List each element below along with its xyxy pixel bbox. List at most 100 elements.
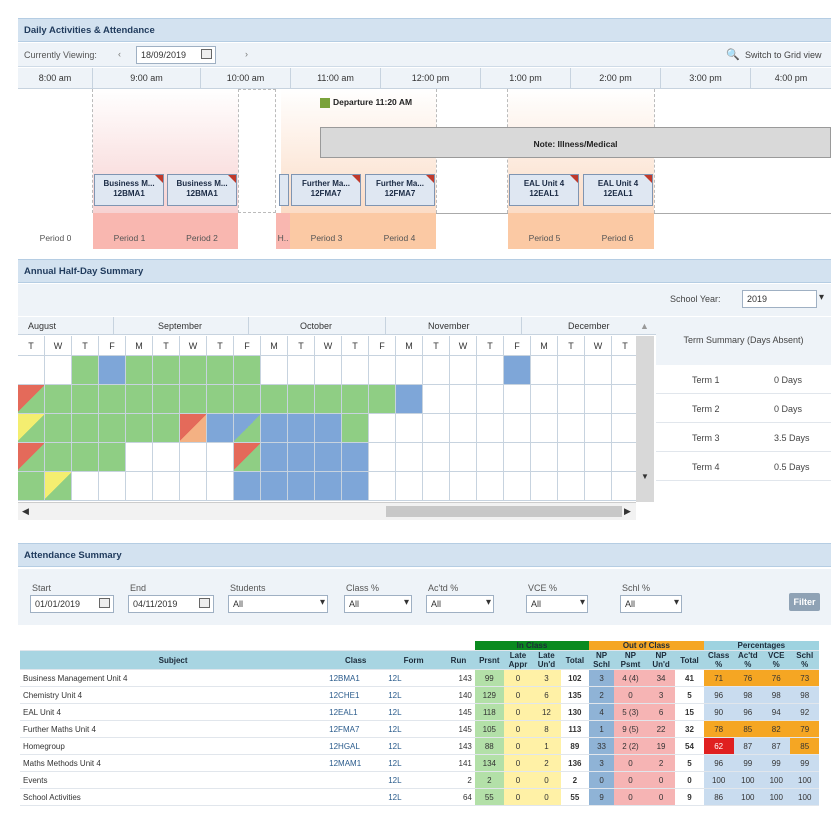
note-bar[interactable]: Note: Illness/Medical bbox=[320, 127, 831, 158]
half-day-cell[interactable] bbox=[180, 472, 207, 501]
half-day-cell[interactable] bbox=[369, 356, 396, 385]
half-day-cell[interactable] bbox=[504, 385, 531, 414]
half-day-cell[interactable] bbox=[369, 472, 396, 501]
half-day-cell[interactable] bbox=[585, 443, 612, 472]
table-row[interactable]: Business Management Unit 4 12BMA1 12L 143 99… bbox=[20, 669, 819, 687]
half-day-cell[interactable] bbox=[612, 443, 639, 472]
date-field[interactable]: 18/09/2019 bbox=[136, 46, 216, 64]
half-day-cell[interactable] bbox=[261, 414, 288, 443]
half-day-cell[interactable] bbox=[72, 443, 99, 472]
column-header[interactable]: Class % bbox=[703, 650, 734, 670]
half-day-cell[interactable] bbox=[261, 472, 288, 501]
half-day-cell[interactable] bbox=[288, 472, 315, 501]
half-day-cell[interactable] bbox=[261, 385, 288, 414]
half-day-cell[interactable] bbox=[585, 414, 612, 443]
half-day-cell[interactable] bbox=[99, 472, 126, 501]
half-day-cell[interactable] bbox=[558, 443, 585, 472]
half-day-cell[interactable] bbox=[45, 385, 72, 414]
horizontal-scrollbar[interactable]: ◀ ▶ bbox=[18, 502, 636, 520]
half-day-cell[interactable] bbox=[288, 356, 315, 385]
half-day-cell[interactable] bbox=[477, 472, 504, 501]
half-day-cell[interactable] bbox=[423, 472, 450, 501]
scroll-thumb[interactable] bbox=[386, 506, 622, 517]
half-day-cell[interactable] bbox=[423, 356, 450, 385]
half-day-cell[interactable] bbox=[396, 472, 423, 501]
half-day-cell[interactable] bbox=[504, 472, 531, 501]
column-header[interactable]: Schl % bbox=[790, 650, 819, 670]
calendar-icon[interactable] bbox=[201, 49, 212, 59]
half-day-cell[interactable] bbox=[45, 472, 72, 501]
table-row[interactable]: Further Maths Unit 4 12FMA7 12L 145 105 0 8 113… bbox=[20, 720, 819, 738]
half-day-cell[interactable] bbox=[234, 443, 261, 472]
half-day-cell[interactable] bbox=[18, 356, 45, 385]
half-day-cell[interactable] bbox=[558, 472, 585, 501]
half-day-cell[interactable] bbox=[531, 414, 558, 443]
half-day-cell[interactable] bbox=[450, 414, 477, 443]
column-header[interactable]: Late Un'd bbox=[532, 650, 561, 670]
scroll-up-icon[interactable]: ▲ bbox=[640, 321, 649, 331]
class-cell[interactable] bbox=[326, 788, 386, 806]
half-day-cell[interactable] bbox=[126, 414, 153, 443]
half-day-cell[interactable] bbox=[72, 414, 99, 443]
half-day-cell[interactable] bbox=[72, 385, 99, 414]
half-day-cell[interactable] bbox=[72, 472, 99, 501]
half-day-cell[interactable] bbox=[99, 414, 126, 443]
half-day-cell[interactable] bbox=[180, 356, 207, 385]
column-header[interactable]: Form bbox=[385, 650, 443, 670]
half-day-cell[interactable] bbox=[18, 385, 45, 414]
half-day-cell[interactable] bbox=[612, 472, 639, 501]
class-pct-select[interactable]: All ▾ bbox=[344, 595, 412, 613]
column-header[interactable]: Class bbox=[326, 650, 386, 670]
half-day-cell[interactable] bbox=[369, 414, 396, 443]
half-day-cell[interactable] bbox=[45, 414, 72, 443]
half-day-cell[interactable] bbox=[126, 443, 153, 472]
half-day-cell[interactable] bbox=[153, 414, 180, 443]
half-day-cell[interactable] bbox=[153, 385, 180, 414]
half-day-cell[interactable] bbox=[477, 443, 504, 472]
calendar-grid[interactable] bbox=[18, 356, 639, 502]
column-header[interactable]: Total bbox=[675, 650, 704, 670]
half-day-cell[interactable] bbox=[234, 472, 261, 501]
departure-event[interactable]: Departure 11:20 AM bbox=[320, 97, 412, 108]
half-day-cell[interactable] bbox=[315, 385, 342, 414]
lesson-block[interactable]: Business M... 12BMA1 bbox=[94, 174, 164, 206]
column-header[interactable]: NP Psmt bbox=[614, 650, 647, 670]
half-day-cell[interactable] bbox=[207, 356, 234, 385]
next-day-arrow[interactable]: › bbox=[245, 49, 248, 59]
table-row[interactable]: Chemistry Unit 4 12CHE1 12L 140 129 0 6 135 2 0 3 5… bbox=[20, 686, 819, 704]
column-header[interactable]: Prsnt bbox=[474, 650, 504, 670]
half-day-cell[interactable] bbox=[612, 385, 639, 414]
half-day-cell[interactable] bbox=[315, 356, 342, 385]
column-header[interactable]: Late Appr bbox=[503, 650, 533, 670]
half-day-cell[interactable] bbox=[585, 472, 612, 501]
half-day-cell[interactable] bbox=[234, 385, 261, 414]
half-day-cell[interactable] bbox=[531, 385, 558, 414]
scroll-left-icon[interactable]: ◀ bbox=[22, 506, 29, 517]
half-day-cell[interactable] bbox=[504, 414, 531, 443]
half-day-cell[interactable] bbox=[369, 385, 396, 414]
half-day-cell[interactable] bbox=[207, 414, 234, 443]
lesson-block[interactable]: EAL Unit 4 12EAL1 bbox=[509, 174, 579, 206]
half-day-cell[interactable] bbox=[180, 443, 207, 472]
half-day-cell[interactable] bbox=[288, 385, 315, 414]
half-day-cell[interactable] bbox=[450, 356, 477, 385]
scroll-right-icon[interactable]: ▶ bbox=[624, 506, 631, 517]
table-row[interactable]: EAL Unit 4 12EAL1 12L 145 118 0 12 130 4 5 (3) 6 15… bbox=[20, 703, 819, 721]
half-day-cell[interactable] bbox=[369, 443, 396, 472]
column-header[interactable]: Ac'td % bbox=[733, 650, 763, 670]
schl-pct-select[interactable]: All ▾ bbox=[620, 595, 682, 613]
half-day-cell[interactable] bbox=[423, 385, 450, 414]
half-day-cell[interactable] bbox=[531, 356, 558, 385]
half-day-cell[interactable] bbox=[396, 385, 423, 414]
half-day-cell[interactable] bbox=[477, 356, 504, 385]
half-day-cell[interactable] bbox=[180, 385, 207, 414]
students-select[interactable]: All ▾ bbox=[228, 595, 328, 613]
actd-pct-select[interactable]: All ▾ bbox=[426, 595, 494, 613]
half-day-cell[interactable] bbox=[504, 443, 531, 472]
half-day-cell[interactable] bbox=[234, 414, 261, 443]
lesson-block[interactable]: Further Ma... 12FMA7 bbox=[291, 174, 361, 206]
half-day-cell[interactable] bbox=[558, 356, 585, 385]
half-day-cell[interactable] bbox=[126, 356, 153, 385]
half-day-cell[interactable] bbox=[261, 443, 288, 472]
half-day-cell[interactable] bbox=[18, 472, 45, 501]
